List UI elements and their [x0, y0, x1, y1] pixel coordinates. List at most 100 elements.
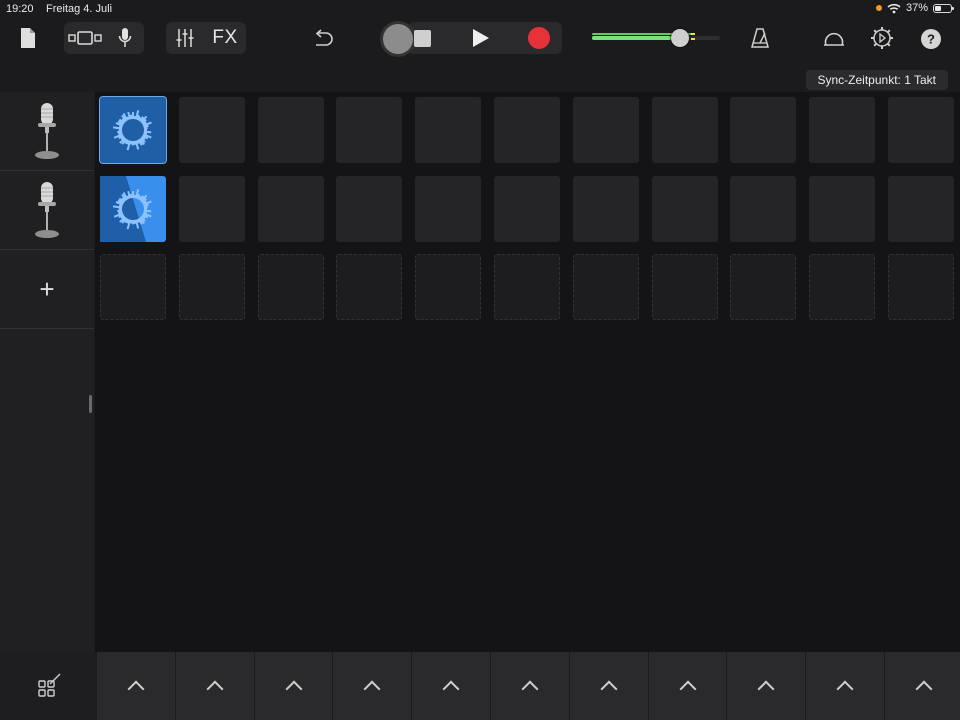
column-trigger-button[interactable]	[174, 652, 254, 720]
chevron-up-icon	[757, 680, 775, 698]
record-button[interactable]	[524, 24, 554, 52]
empty-cell[interactable]	[651, 97, 718, 163]
metronome-button[interactable]	[746, 24, 774, 52]
settings-button[interactable]	[868, 24, 896, 52]
column-trigger-button[interactable]	[726, 652, 806, 720]
empty-cell[interactable]	[651, 254, 718, 320]
empty-cell[interactable]	[888, 175, 954, 242]
add-track-button[interactable]: +	[0, 250, 94, 329]
empty-cell[interactable]	[809, 97, 876, 163]
column-trigger-button[interactable]	[96, 652, 175, 720]
column-trigger-button[interactable]	[568, 652, 648, 720]
grid-edit-icon	[38, 673, 61, 697]
track-header-2[interactable]	[0, 171, 94, 250]
empty-cell[interactable]	[730, 175, 797, 242]
status-bar: 19:20 Freitag 4. Juli 37%	[0, 0, 960, 18]
mic-in-use-indicator	[875, 5, 882, 11]
stop-icon	[413, 29, 431, 47]
battery-percent: 37%	[905, 2, 928, 14]
empty-cell[interactable]	[178, 254, 245, 320]
my-songs-button[interactable]	[14, 24, 42, 52]
chevron-up-icon	[521, 680, 539, 698]
empty-cell[interactable]	[257, 254, 324, 320]
chevron-up-icon	[285, 680, 303, 698]
fx-label: FX	[212, 27, 238, 48]
sync-badge[interactable]: Sync-Zeitpunkt: 1 Takt	[805, 70, 948, 90]
stop-button[interactable]	[408, 24, 436, 52]
chevron-up-icon	[363, 680, 381, 698]
column-trigger-bar	[0, 652, 960, 720]
document-icon	[21, 28, 35, 48]
undo-button[interactable]	[308, 24, 338, 52]
empty-cell[interactable]	[415, 97, 482, 163]
toolbar: FX ?	[0, 18, 960, 62]
empty-cell[interactable]	[730, 97, 797, 163]
chevron-up-icon	[600, 680, 618, 698]
microphone-icon	[35, 182, 59, 238]
empty-cell[interactable]	[178, 175, 245, 242]
column-resize-handle[interactable]	[89, 395, 92, 413]
record-icon	[528, 27, 550, 49]
empty-cell[interactable]	[494, 97, 560, 163]
empty-cell[interactable]	[888, 254, 954, 320]
add-icon: +	[39, 273, 55, 304]
empty-cell[interactable]	[651, 175, 718, 242]
track-header-column: +	[0, 92, 94, 652]
empty-cell[interactable]	[257, 175, 324, 242]
empty-cell[interactable]	[572, 254, 639, 320]
chevron-up-icon	[442, 680, 460, 698]
column-trigger-button[interactable]	[884, 652, 960, 720]
empty-cell[interactable]	[100, 254, 166, 320]
waveform-icon	[100, 175, 166, 242]
edit-cells-button[interactable]	[34, 670, 64, 700]
column-trigger-button[interactable]	[647, 652, 727, 720]
chevron-up-icon	[836, 680, 854, 698]
loop-cell[interactable]	[100, 175, 166, 242]
live-loops-grid	[95, 92, 960, 652]
volume-meter	[592, 36, 672, 40]
empty-cell[interactable]	[809, 175, 876, 242]
empty-cell[interactable]	[336, 254, 403, 320]
chevron-up-icon	[679, 680, 697, 698]
empty-cell[interactable]	[494, 175, 560, 242]
wifi-icon	[887, 3, 901, 13]
empty-cell[interactable]	[336, 175, 403, 242]
column-trigger-button[interactable]	[805, 652, 885, 720]
empty-cell[interactable]	[178, 97, 245, 163]
help-button[interactable]: ?	[918, 26, 944, 52]
column-trigger-button[interactable]	[253, 652, 333, 720]
battery-icon	[933, 3, 954, 13]
column-trigger-button[interactable]	[490, 652, 569, 720]
empty-cell[interactable]	[888, 97, 954, 163]
empty-cell[interactable]	[809, 254, 876, 320]
empty-cell[interactable]	[572, 97, 639, 163]
play-button[interactable]	[466, 24, 496, 52]
empty-cell[interactable]	[572, 175, 639, 242]
status-right: 37%	[875, 2, 954, 14]
sliders-icon	[176, 29, 194, 47]
empty-cell[interactable]	[415, 254, 482, 320]
chevron-up-icon	[915, 680, 933, 698]
instrument-button[interactable]	[110, 24, 140, 52]
view-toggle-button[interactable]	[66, 24, 104, 52]
track-controls-button[interactable]	[168, 24, 202, 52]
empty-cell[interactable]	[415, 175, 482, 242]
track-header-1[interactable]	[0, 92, 94, 171]
empty-cell[interactable]	[730, 254, 797, 320]
column-trigger-button[interactable]	[411, 652, 491, 720]
empty-cell[interactable]	[336, 97, 403, 163]
help-icon: ?	[921, 29, 941, 49]
loop-cell[interactable]	[100, 97, 166, 163]
play-icon	[473, 29, 489, 47]
peak-indicator	[691, 33, 695, 35]
empty-cell[interactable]	[257, 97, 324, 163]
loop-browser-button[interactable]	[820, 24, 848, 52]
volume-thumb[interactable]	[671, 29, 690, 47]
master-volume-slider[interactable]	[590, 28, 730, 48]
column-trigger-button[interactable]	[332, 652, 412, 720]
undo-icon	[315, 29, 333, 46]
status-time: 19:20	[6, 3, 34, 15]
empty-cell[interactable]	[494, 254, 560, 320]
gear-icon	[871, 27, 893, 49]
fx-button[interactable]: FX	[206, 24, 244, 52]
